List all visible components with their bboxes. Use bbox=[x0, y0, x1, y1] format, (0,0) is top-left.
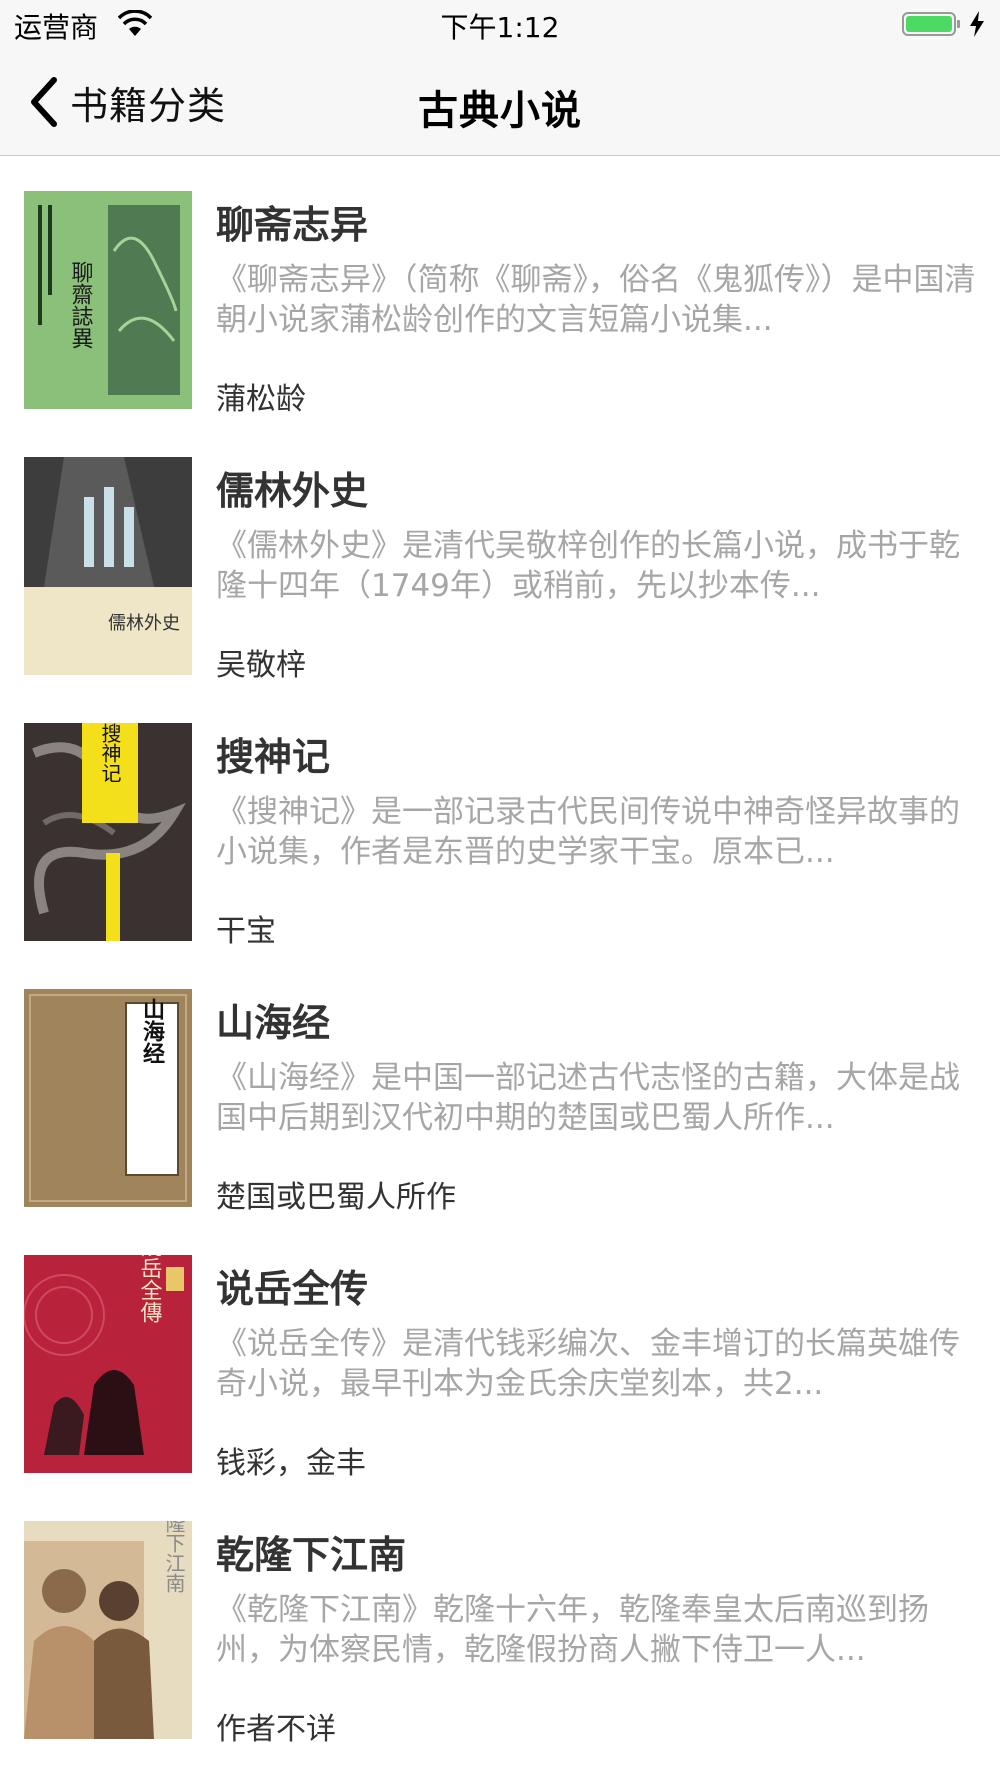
book-description: 《说岳全传》是清代钱彩编次、金丰增订的长篇英雄传奇小说，最早刊本为金氏余庆堂刻本… bbox=[216, 1326, 960, 1402]
svg-text:搜神记: 搜神记 bbox=[98, 723, 122, 783]
book-author: 吴敬梓 bbox=[216, 648, 306, 683]
book-cover-image: 山海经 bbox=[24, 989, 192, 1207]
book-author: 干宝 bbox=[216, 914, 276, 949]
book-description: 《乾隆下江南》乾隆十六年，乾隆奉皇太后南巡到扬州，为体察民情，乾隆假扮商人撇下侍… bbox=[216, 1592, 929, 1668]
book-description: 《聊斋志异》（简称《聊斋》，俗名《鬼狐传》）是中国清朝小说家蒲松龄创作的文言短篇… bbox=[216, 262, 976, 338]
book-row-shanhai[interactable]: 山海经 山海经 《山海经》是中国一部记述古代志怪的古籍，大体是战国中后期到汉代初… bbox=[0, 954, 1000, 1220]
svg-text:山海经: 山海经 bbox=[139, 998, 165, 1064]
book-cover-image: 乾隆下江南 bbox=[24, 1521, 192, 1739]
charging-bolt-icon bbox=[970, 11, 984, 37]
book-row-shuoyue[interactable]: 說岳全傳 说岳全传 《说岳全传》是清代钱彩编次、金丰增订的长篇英雄传奇小说，最早… bbox=[0, 1220, 1000, 1486]
book-author: 钱彩，金丰 bbox=[216, 1446, 366, 1481]
page-title: 古典小说 bbox=[418, 88, 582, 134]
book-title: 儒林外史 bbox=[216, 469, 369, 513]
status-bar: 运营商 下午1:12 bbox=[0, 0, 1000, 50]
book-author: 蒲松龄 bbox=[216, 382, 306, 417]
svg-text:乾隆下江南: 乾隆下江南 bbox=[162, 1521, 186, 1593]
clock-label: 下午1:12 bbox=[440, 11, 560, 44]
book-title: 搜神记 bbox=[216, 735, 331, 779]
book-row-qianlong[interactable]: 乾隆下江南 乾隆下江南 《乾隆下江南》乾隆十六年，乾隆奉皇太后南巡到扬州，为体察… bbox=[0, 1486, 1000, 1752]
book-row-rulin[interactable]: 儒林外史 儒林外史 《儒林外史》是清代吴敬梓创作的长篇小说，成书于乾隆十四年（1… bbox=[0, 422, 1000, 688]
book-title: 山海经 bbox=[216, 1001, 331, 1045]
book-row-liaozhai[interactable]: 聊齋誌異 聊斋志异 《聊斋志异》（简称《聊斋》，俗名《鬼狐传》）是中国清朝小说家… bbox=[0, 156, 1000, 422]
book-title: 说岳全传 bbox=[216, 1267, 369, 1311]
svg-text:儒林外史: 儒林外史 bbox=[108, 613, 180, 634]
book-author: 作者不详 bbox=[216, 1712, 336, 1747]
svg-text:說岳全傳: 說岳全傳 bbox=[137, 1255, 163, 1323]
book-cover-image: 說岳全傳 bbox=[24, 1255, 192, 1473]
book-row-soushen[interactable]: 搜神记 搜神记 《搜神记》是一部记录古代民间传说中神奇怪异故事的小说集，作者是东… bbox=[0, 688, 1000, 954]
svg-text:聊齋誌異: 聊齋誌異 bbox=[68, 261, 94, 349]
book-description: 《儒林外史》是清代吴敬梓创作的长篇小说，成书于乾隆十四年（1749年）或稍前，先… bbox=[216, 528, 960, 604]
navigation-bar: 书籍分类 古典小说 bbox=[0, 50, 1000, 156]
book-description: 《山海经》是中国一部记述古代志怪的古籍，大体是战国中后期到汉代初中期的楚国或巴蜀… bbox=[216, 1060, 960, 1136]
book-description: 《搜神记》是一部记录古代民间传说中神奇怪异故事的小说集，作者是东晋的史学家干宝。… bbox=[216, 794, 960, 870]
book-author: 楚国或巴蜀人所作 bbox=[216, 1180, 456, 1215]
book-title: 乾隆下江南 bbox=[216, 1533, 407, 1577]
book-title: 聊斋志异 bbox=[216, 203, 369, 247]
book-cover-image: 聊齋誌異 bbox=[24, 191, 192, 409]
book-cover-image: 儒林外史 bbox=[24, 457, 192, 675]
book-cover-image: 搜神记 bbox=[24, 723, 192, 941]
battery-charging-icon bbox=[902, 12, 960, 36]
